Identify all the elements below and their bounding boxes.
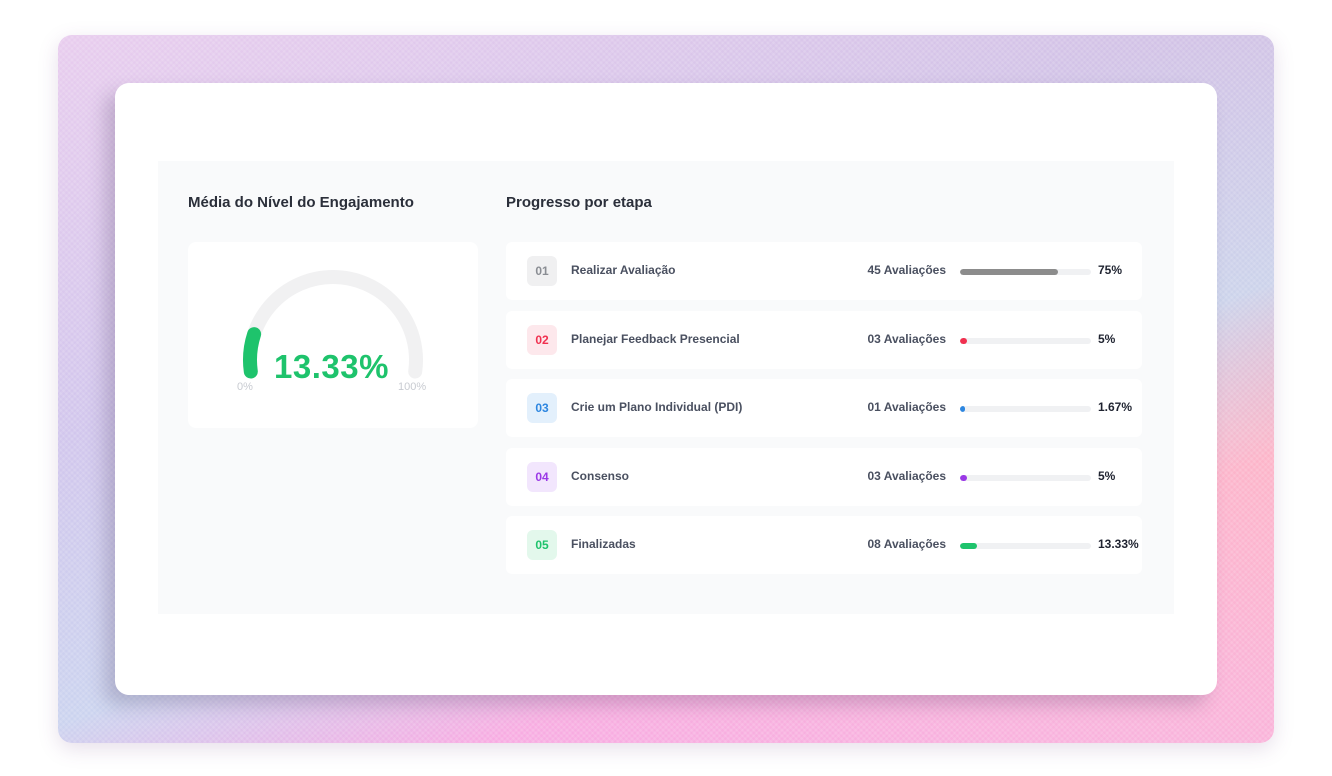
step-progress-bar [960, 269, 1091, 275]
step-number-badge: 04 [527, 461, 557, 492]
step-number-badge: 05 [527, 530, 557, 560]
gauge-min-label: 0% [237, 381, 253, 393]
progress-title: Progresso por etapa [506, 194, 652, 211]
step-label: Realizar Avaliação [571, 263, 676, 277]
step-percent: 5% [1098, 468, 1116, 483]
step-label: Planejar Feedback Presencial [571, 331, 740, 346]
step-number-badge: 02 [527, 324, 557, 355]
step-percent: 1.67% [1098, 400, 1133, 414]
step-count: 03 Avaliações [867, 331, 947, 346]
gauge-max-label: 100% [398, 381, 427, 393]
step-row-1[interactable]: 01 Realizar Avaliação 45 Avaliações 75% [506, 242, 1142, 300]
engagement-panel: Média do Nível do Engajamento Progresso … [158, 161, 1174, 614]
step-progress-fill [960, 543, 978, 549]
step-progress-fill [960, 474, 967, 481]
step-list: 01 Realizar Avaliação 45 Avaliações 75% … [506, 242, 1142, 585]
step-row-4[interactable]: 04 Consenso 03 Avaliações 5% [506, 447, 1142, 506]
step-label: Consenso [571, 468, 630, 483]
step-progress-fill [960, 269, 1059, 275]
gauge-title: Média do Nível do Engajamento [188, 194, 414, 211]
step-count: 03 Avaliações [867, 468, 947, 483]
gauge-value: 13.33% [274, 348, 389, 385]
step-percent: 75% [1098, 263, 1123, 277]
step-progress-bar [960, 337, 1091, 344]
step-number-badge: 03 [527, 393, 557, 423]
step-progress-bar [960, 406, 1091, 412]
step-percent: 13.33% [1098, 537, 1139, 551]
dashboard-card: Média do Nível do Engajamento Progresso … [115, 83, 1217, 695]
step-percent: 5% [1098, 331, 1116, 346]
step-count: 08 Avaliações [867, 537, 947, 551]
step-row-5[interactable]: 05 Finalizadas 08 Avaliações 13.33% [506, 516, 1142, 574]
step-number-badge: 01 [527, 256, 557, 286]
step-progress-fill [960, 337, 967, 344]
step-row-2[interactable]: 02 Planejar Feedback Presencial 03 Avali… [506, 310, 1142, 369]
step-label: Finalizadas [571, 537, 636, 551]
gauge-fill [243, 327, 262, 379]
step-progress-bar [960, 474, 1091, 481]
engagement-gauge: 13.33% 0% 100% [188, 242, 478, 428]
step-progress-bar [960, 543, 1091, 549]
step-row-3[interactable]: 03 Crie um Plano Individual (PDI) 01 Ava… [506, 379, 1142, 437]
gauge-chart [243, 270, 423, 379]
step-count: 01 Avaliações [867, 400, 947, 414]
step-count: 45 Avaliações [867, 263, 947, 277]
step-label: Crie um Plano Individual (PDI) [571, 400, 743, 414]
step-progress-fill [960, 406, 965, 412]
